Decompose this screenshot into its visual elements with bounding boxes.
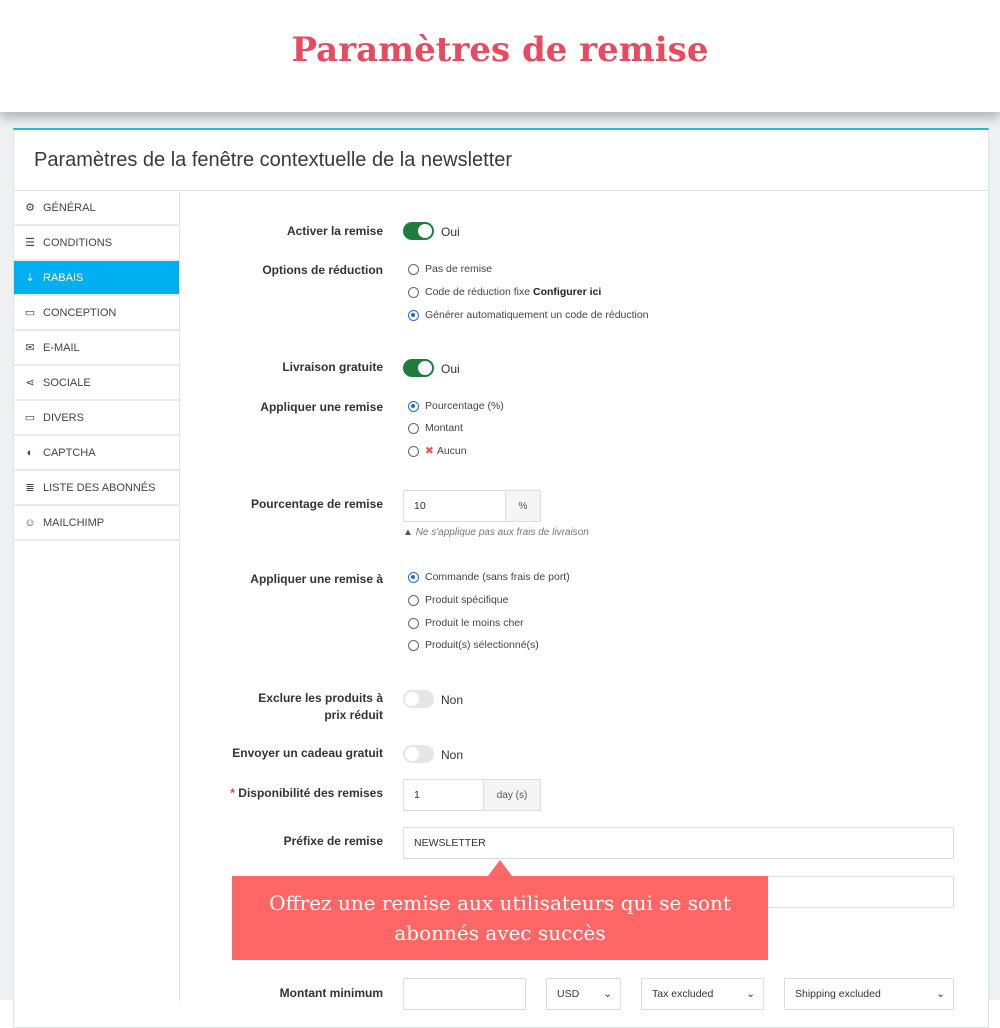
sidebar-item-général[interactable]: ⚙ GÉNÉRAL	[14, 191, 179, 226]
toggle-activer-text: Oui	[441, 225, 460, 239]
minimum-amount-input[interactable]	[403, 978, 526, 1010]
envelope-icon: ✉	[25, 342, 35, 354]
sidebar-item-conditions[interactable]: ☰ CONDITIONS	[14, 226, 179, 261]
toggle-exclure[interactable]	[403, 690, 434, 708]
panel-title: Paramètres de la fenêtre contextuelle de…	[34, 149, 513, 171]
label-pourcentage: Pourcentage de remise	[250, 497, 383, 511]
chevron-down-icon: ⌄	[746, 988, 755, 1000]
toggle-livraison[interactable]	[403, 359, 434, 377]
banner-header: Paramètres de remise	[0, 0, 1000, 112]
callout-banner: Offrez une remise aux utilisateurs qui s…	[232, 860, 768, 960]
sidebar-item-label: DIVERS	[43, 411, 84, 424]
sidebar-item-sociale[interactable]: ⋖ SOCIALE	[14, 366, 179, 401]
configure-link[interactable]: Configurer ici	[533, 286, 601, 298]
sidebar-item-captcha[interactable]: ◐ CAPTCHA	[14, 436, 179, 471]
share-icon: ⋖	[25, 377, 35, 389]
window-icon: ▭	[24, 307, 36, 319]
radio-pas-de-remise[interactable]: Pas de remise	[408, 263, 492, 275]
sidebar-item-label: RABAIS	[43, 271, 84, 284]
tax-select[interactable]: Tax excluded ⌄	[641, 978, 764, 1010]
sidebar-item-conception[interactable]: ▭ CONCEPTION	[14, 296, 179, 331]
radio-commande[interactable]: Commande (sans frais de port)	[408, 571, 570, 583]
availability-input[interactable]: 1	[403, 779, 484, 811]
warning-icon: ▲	[403, 527, 413, 538]
sidebar-item-label: SOCIALE	[43, 376, 91, 389]
label-appliquer: Appliquer une remise	[260, 400, 383, 414]
currency-select[interactable]: USD ⌄	[546, 978, 621, 1010]
sidebar-item-label: GÉNÉRAL	[43, 201, 96, 214]
radio-produit-specifique[interactable]: Produit spécifique	[408, 594, 508, 606]
sidebar-item-label: CONDITIONS	[43, 236, 113, 249]
radio-aucun[interactable]: ✖ Aucun	[408, 445, 467, 457]
label-options: Options de réduction	[262, 263, 383, 277]
toggle-livraison-text: Oui	[441, 362, 460, 376]
label-prefixe: Préfixe de remise	[283, 834, 383, 848]
list-icon: ≣	[25, 482, 35, 494]
label-montant: Montant minimum	[279, 986, 383, 1000]
percent-addon: %	[505, 490, 541, 522]
sidebar-item-rabais[interactable]: ⇣ RABAIS	[14, 261, 179, 296]
label-appliquer-a: Appliquer une remise à	[250, 572, 383, 586]
radio-montant[interactable]: Montant	[408, 422, 463, 434]
label-activer: Activer la remise	[286, 224, 383, 238]
sidebar-item-mailchimp[interactable]: ☺ MAILCHIMP	[14, 506, 179, 541]
radio-pourcentage[interactable]: Pourcentage (%)	[408, 400, 504, 412]
sidebar-item-label: CONCEPTION	[43, 306, 117, 319]
chevron-down-icon: ⌄	[603, 988, 612, 1000]
chevron-down-icon: ⌄	[936, 988, 945, 1000]
desktop-icon: ▭	[24, 412, 36, 424]
toggle-activer[interactable]	[403, 222, 434, 240]
cross-icon: ✖	[425, 445, 434, 457]
mailchimp-icon: ☺	[24, 516, 36, 529]
sidebar-item-divers[interactable]: ▭ DIVERS	[14, 401, 179, 436]
server-icon: ☰	[25, 237, 35, 249]
banner-title: Paramètres de remise	[291, 30, 709, 70]
label-disponibilite: * Disponibilité des remises	[230, 786, 383, 800]
label-livraison: Livraison gratuite	[282, 360, 383, 374]
sidebar-item-e-mail[interactable]: ✉ E-MAIL	[14, 331, 179, 366]
sort-amount-icon: ⇣	[25, 272, 35, 284]
radio-moins-cher[interactable]: Produit le moins cher	[408, 617, 524, 629]
sidebar-item-label: CAPTCHA	[43, 446, 96, 459]
label-cadeau: Envoyer un cadeau gratuit	[232, 746, 383, 760]
days-addon: day (s)	[483, 779, 541, 811]
gears-icon: ⚙	[25, 202, 35, 214]
sidebar-item-label: LISTE DES ABONNÉS	[43, 481, 156, 494]
sidebar-item-liste-des-abonnés[interactable]: ≣ LISTE DES ABONNÉS	[14, 471, 179, 506]
shipping-select[interactable]: Shipping excluded ⌄	[784, 978, 954, 1010]
toggle-cadeau-text: Non	[441, 748, 464, 762]
sidebar-item-label: MAILCHIMP	[43, 516, 105, 529]
radio-code-fixe[interactable]: Code de réduction fixe Configurer ici	[408, 286, 601, 298]
sidebar-item-label: E-MAIL	[43, 341, 80, 354]
percentage-input[interactable]: 10	[403, 490, 506, 522]
toggle-exclure-text: Non	[441, 693, 464, 707]
radio-selectionnes[interactable]: Produit(s) sélectionné(s)	[408, 639, 539, 651]
radio-generer-auto[interactable]: Générer automatiquement un code de réduc…	[408, 309, 649, 321]
shipping-note: ▲ Ne s'applique pas aux frais de livrais…	[403, 527, 589, 538]
prefix-input[interactable]: NEWSLETTER	[403, 827, 954, 859]
shield-icon: ◐	[26, 446, 34, 459]
sidebar: ⚙ GÉNÉRAL ☰ CONDITIONS ⇣ RABAIS ▭ CONCEPTION ✉ E-…	[14, 191, 180, 1001]
toggle-cadeau[interactable]	[403, 745, 434, 763]
label-exclure: Exclure les produits à prix réduit	[258, 691, 383, 722]
